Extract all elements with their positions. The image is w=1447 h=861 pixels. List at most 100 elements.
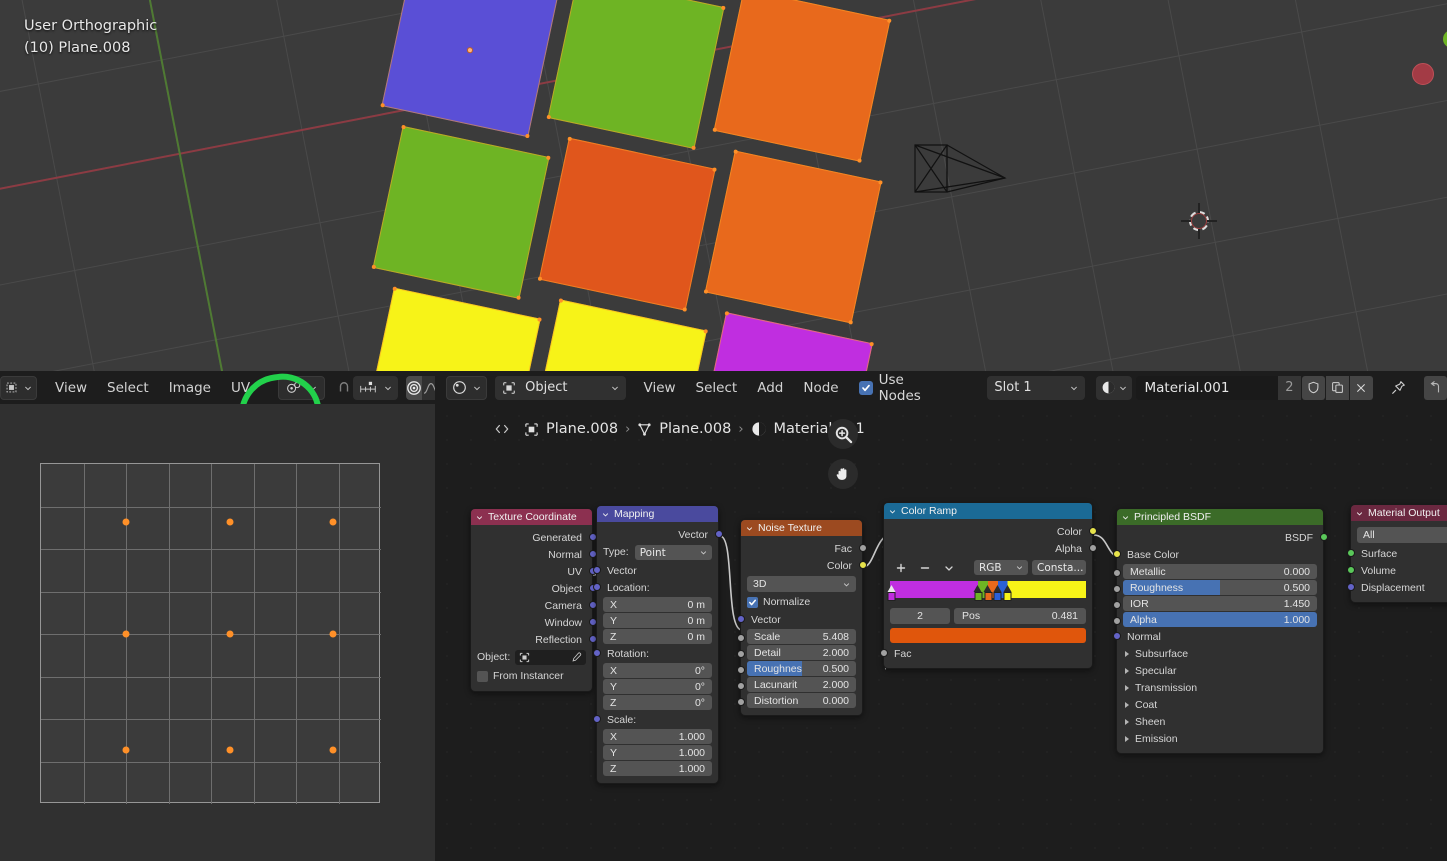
ramp-pos-field[interactable]: Pos 0.481 [954, 608, 1086, 624]
node-mapping[interactable]: Mapping Vector Type: Point Vector Locati… [592, 505, 723, 784]
output-socket[interactable] [1319, 533, 1328, 541]
uv-select-mode-button[interactable] [0, 375, 37, 400]
section-transmission[interactable]: Transmission [1117, 679, 1323, 696]
input-socket[interactable] [1112, 569, 1121, 577]
node-noise-texture[interactable]: Noise Texture Fac Color 3D Normalize Vec… [736, 519, 867, 716]
shader-menu-select[interactable]: Select [686, 377, 748, 399]
socket-row-window[interactable]: Window [471, 614, 597, 631]
material-name-field[interactable]: Material.001 [1135, 375, 1279, 400]
uv-menu-image[interactable]: Image [159, 377, 221, 399]
new-material-button[interactable] [1325, 375, 1349, 400]
from-instancer-toggle[interactable]: From Instancer [471, 665, 592, 685]
input-socket[interactable] [592, 583, 601, 591]
plane-green-1[interactable] [546, 0, 726, 151]
expand-arrows-icon[interactable] [493, 422, 511, 436]
alpha-field[interactable]: Alpha 1.000 [1123, 612, 1317, 627]
section-coat[interactable]: Coat [1117, 696, 1323, 713]
socket-row-alpha-output[interactable]: Alpha [884, 540, 1097, 557]
scale-z-field[interactable]: Z 1.000 [603, 761, 712, 776]
input-socket[interactable] [736, 698, 745, 706]
uv-menu-uv[interactable]: UV [221, 377, 260, 399]
rotation-x-field[interactable]: X 0° [603, 663, 712, 678]
ior-field[interactable]: IOR 1.450 [1123, 596, 1317, 611]
metallic-field[interactable]: Metallic 0.000 [1123, 564, 1317, 579]
object-picker-field[interactable] [515, 650, 586, 665]
noise-detail-field[interactable]: Detail 2.000 [747, 645, 856, 660]
from-instancer-checkbox[interactable] [477, 671, 488, 682]
eyedropper-icon[interactable] [571, 652, 582, 663]
socket-row-rotation[interactable]: Rotation: [592, 645, 718, 662]
uv-editor-header[interactable]: View Select Image UV [0, 371, 449, 404]
section-subsurface[interactable]: Subsurface [1117, 645, 1323, 662]
uv-vertex[interactable] [226, 746, 234, 754]
ramp-selected-color-swatch[interactable] [890, 628, 1086, 643]
node-material-output[interactable]: Material Output All Surface Volume Displ… [1346, 504, 1447, 603]
input-socket[interactable] [1112, 601, 1121, 609]
editor-type-button[interactable] [446, 375, 488, 400]
socket-row-scale[interactable]: Scale: [592, 711, 718, 728]
ramp-menu-button[interactable] [938, 560, 960, 575]
rotation-z-field[interactable]: Z 0° [603, 695, 712, 710]
uv-vertex[interactable] [329, 518, 337, 526]
shader-editor-header[interactable]: Object View Select Add Node Use Nodes Sl… [435, 371, 1447, 404]
interpolation-dropdown[interactable]: Consta... [1032, 560, 1086, 575]
input-socket[interactable] [1346, 583, 1355, 591]
scale-y-field[interactable]: Y 1.000 [603, 745, 712, 760]
node-header-principled-bsdf[interactable]: Principled BSDF [1117, 509, 1323, 525]
input-socket[interactable] [1112, 632, 1121, 640]
output-socket[interactable] [1088, 527, 1097, 535]
input-socket[interactable] [1112, 585, 1121, 593]
chevron-down-icon[interactable] [1122, 514, 1129, 521]
chevron-down-icon[interactable] [889, 508, 896, 515]
input-socket[interactable] [736, 666, 745, 674]
node-color-ramp[interactable]: Color Ramp Color Alpha RGB Consta... 2 P… [879, 502, 1097, 669]
proportional-editing-button[interactable] [406, 375, 423, 400]
input-socket[interactable] [592, 649, 601, 657]
output-target-dropdown[interactable]: All [1357, 527, 1447, 543]
input-socket[interactable] [736, 615, 745, 623]
socket-row-fac-input[interactable]: Fac [879, 645, 1092, 662]
node-header-noise-texture[interactable]: Noise Texture [741, 520, 862, 536]
noise-roughness-field[interactable]: Roughnes 0.500 [747, 661, 856, 676]
input-socket[interactable] [1112, 617, 1121, 625]
plane-yellow-2[interactable] [529, 298, 709, 371]
location-z-field[interactable]: Z 0 m [603, 629, 712, 644]
ramp-stop[interactable] [1003, 585, 1012, 603]
location-x-field[interactable]: X 0 m [603, 597, 712, 612]
socket-row-surface[interactable]: Surface [1346, 545, 1447, 562]
uv-vertex[interactable] [226, 630, 234, 638]
node-header-material-output[interactable]: Material Output [1351, 505, 1447, 521]
node-principled-bsdf[interactable]: Principled BSDF BSDF Base Color Metallic… [1112, 508, 1328, 754]
output-socket[interactable] [858, 561, 867, 569]
socket-row-vector-output[interactable]: Vector [597, 526, 723, 543]
plane-yellow-1[interactable] [363, 286, 542, 371]
ramp-stop[interactable] [973, 585, 983, 603]
uv-vertex[interactable] [122, 518, 130, 526]
unlink-material-button[interactable] [1349, 375, 1373, 400]
breadcrumb-item-object[interactable]: Plane.008 [546, 421, 618, 437]
zoom-tool-button[interactable] [828, 419, 858, 449]
color-ramp-gradient[interactable] [887, 581, 1086, 601]
socket-row-color-output[interactable]: Color [741, 557, 867, 574]
camera-object[interactable] [905, 140, 1015, 215]
plane-blue[interactable] [380, 0, 559, 139]
browse-back-button[interactable] [1423, 375, 1447, 400]
socket-row-vector-input[interactable]: Vector [592, 562, 718, 579]
normalize-toggle[interactable]: Normalize [741, 594, 862, 611]
scale-x-field[interactable]: X 1.000 [603, 729, 712, 744]
mapping-type-dropdown[interactable]: Point [634, 545, 712, 560]
material-slot-dropdown[interactable]: Slot 1 [987, 375, 1085, 400]
material-browse-dropdown[interactable] [1095, 375, 1132, 400]
nav-gizmo-x-axis[interactable] [1412, 63, 1434, 85]
socket-row-color-output[interactable]: Color [884, 523, 1097, 540]
input-socket[interactable] [592, 715, 601, 723]
uv-vertex[interactable] [226, 518, 234, 526]
input-socket[interactable] [1346, 566, 1355, 574]
location-y-field[interactable]: Y 0 m [603, 613, 712, 628]
use-nodes-checkbox[interactable] [858, 380, 873, 395]
shader-menu-node[interactable]: Node [793, 377, 848, 399]
shader-type-dropdown[interactable]: Object [495, 375, 626, 400]
color-mode-dropdown[interactable]: RGB [974, 560, 1028, 575]
fake-user-button[interactable] [1301, 375, 1325, 400]
uv-vertex[interactable] [329, 630, 337, 638]
